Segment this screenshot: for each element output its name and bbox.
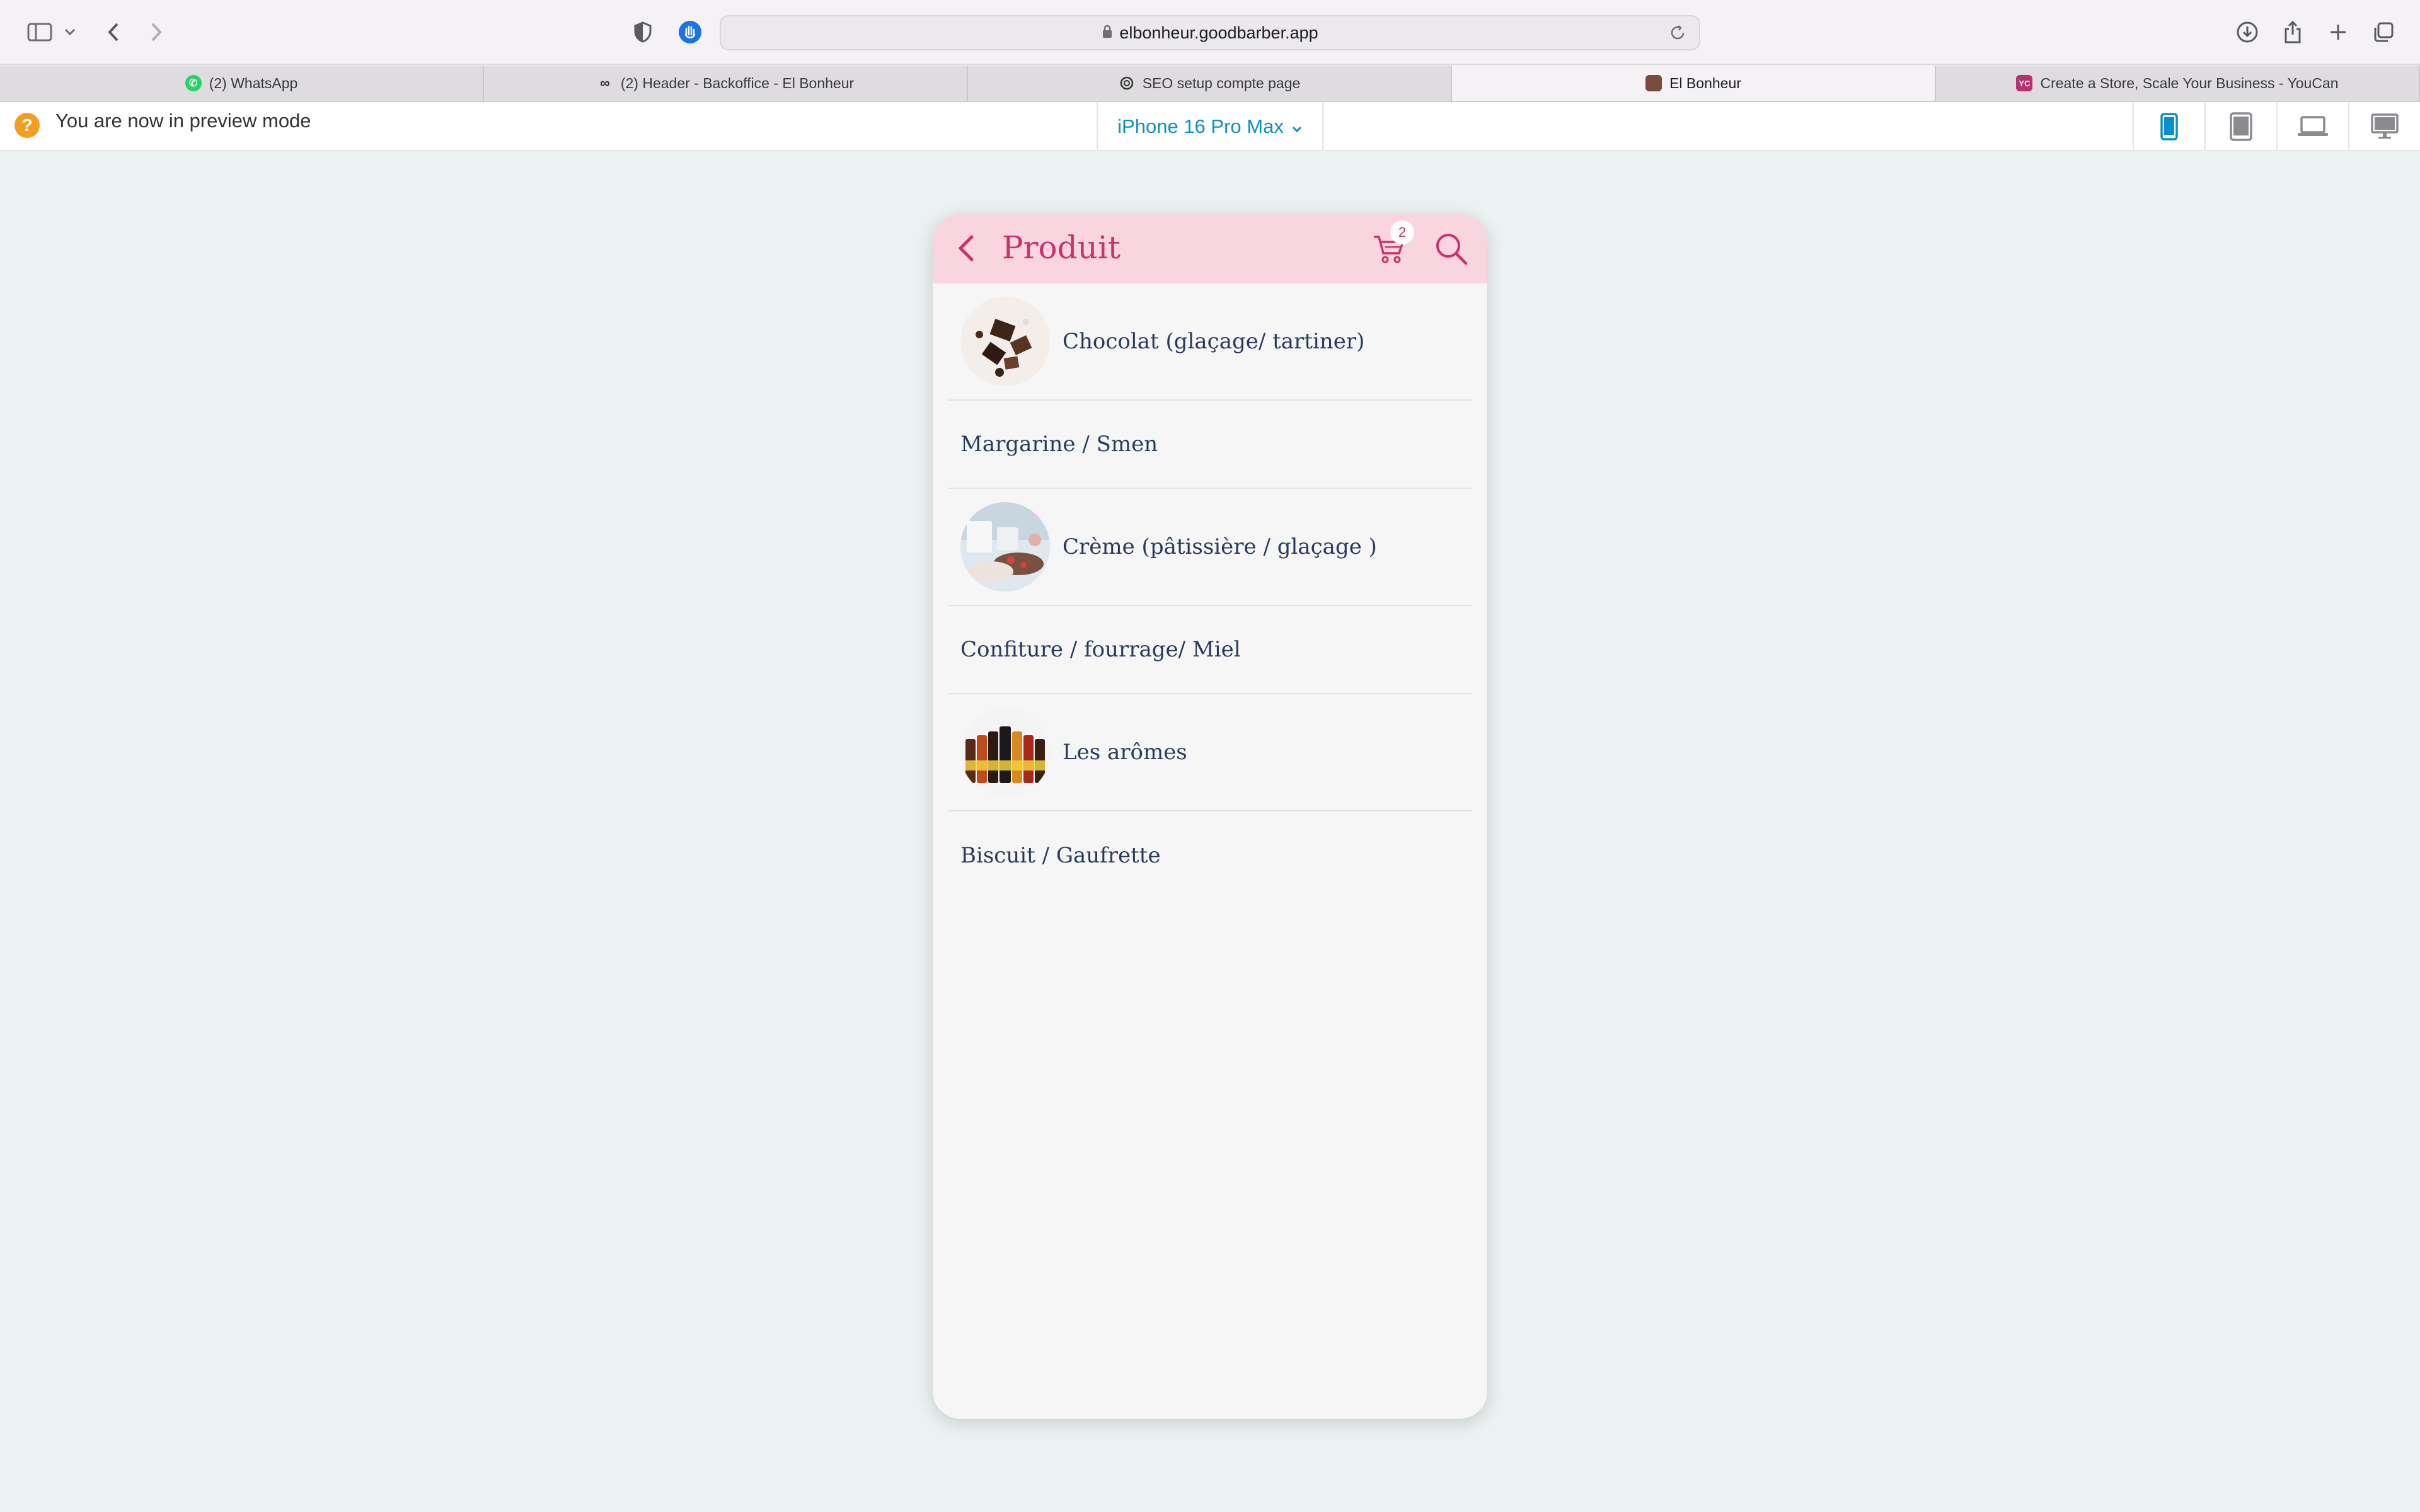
tab-label: (2) Header - Backoffice - El Bonheur <box>620 74 855 91</box>
chocolate-thumbnail <box>960 297 1050 386</box>
tab-label: SEO setup compte page <box>1142 74 1301 91</box>
preview-mode-message: You are now in preview mode <box>55 110 311 132</box>
desktop-icon[interactable] <box>2348 102 2420 151</box>
tab-youcan[interactable]: YC Create a Store, Scale Your Business -… <box>1936 66 2420 101</box>
list-item-biscuit[interactable]: Biscuit / Gaufrette <box>948 811 1472 900</box>
tab-whatsapp[interactable]: ✆ (2) WhatsApp <box>0 66 484 101</box>
list-item-chocolat[interactable]: Chocolat (glaçage/ tartiner) <box>948 284 1472 401</box>
back-icon[interactable] <box>101 16 126 48</box>
youcan-icon: YC <box>2016 75 2033 91</box>
device-switcher <box>2133 102 2420 151</box>
tab-el-bonheur[interactable]: El Bonheur <box>1452 66 1936 101</box>
sidebar-toggle-icon[interactable] <box>24 16 55 48</box>
share-icon[interactable] <box>2279 16 2307 48</box>
list-item-label: Crème (pâtissière / glaçage ) <box>1063 534 1377 559</box>
new-tab-icon[interactable] <box>2324 16 2352 48</box>
cart-count-badge: 2 <box>1390 220 1414 244</box>
tab-overview-icon[interactable] <box>2370 16 2397 48</box>
app-header: Produit 2 <box>933 214 1487 284</box>
back-arrow-icon[interactable] <box>955 233 976 266</box>
list-item-label: Chocolat (glaçage/ tartiner) <box>1063 329 1365 354</box>
reload-icon[interactable] <box>1669 24 1686 45</box>
tab-label: Create a Store, Scale Your Business - Yo… <box>2040 74 2339 91</box>
list-item-label: Margarine / Smen <box>960 432 1158 457</box>
cream-thumbnail <box>960 502 1050 592</box>
device-select[interactable]: iPhone 16 Pro Max <box>1097 102 1323 151</box>
lock-icon <box>1102 24 1113 42</box>
list-item-label: Biscuit / Gaufrette <box>960 843 1161 868</box>
privacy-shield-icon[interactable] <box>629 16 657 48</box>
tab-backoffice[interactable]: ∞ (2) Header - Backoffice - El Bonheur <box>484 66 968 101</box>
tab-label: (2) WhatsApp <box>209 74 298 91</box>
goodbarber-icon: ∞ <box>600 75 610 91</box>
aromas-thumbnail <box>960 707 1050 797</box>
search-icon[interactable] <box>1434 232 1468 269</box>
chatgpt-icon <box>1119 75 1135 91</box>
svg-text:?: ? <box>21 115 32 135</box>
list-item-margarine[interactable]: Margarine / Smen <box>948 401 1472 489</box>
elbonheur-icon <box>1645 75 1662 91</box>
device-select-label: iPhone 16 Pro Max <box>1117 115 1284 137</box>
laptop-icon[interactable] <box>2276 102 2348 151</box>
list-item-aromes[interactable]: Les arômes <box>948 694 1472 811</box>
category-list: Chocolat (glaçage/ tartiner) Margarine /… <box>948 284 1472 900</box>
tab-seo[interactable]: SEO setup compte page <box>968 66 1452 101</box>
phone-icon[interactable] <box>2133 102 2204 151</box>
downloads-icon[interactable] <box>2233 16 2261 48</box>
help-icon[interactable]: ? <box>14 112 40 142</box>
list-item-label: Confiture / fourrage/ Miel <box>960 637 1241 662</box>
browser-toolbar: elbonheur.goodbarber.app <box>0 0 2420 65</box>
address-bar[interactable]: elbonheur.goodbarber.app <box>720 15 1700 50</box>
tablet-icon[interactable] <box>2204 102 2276 151</box>
phone-preview: Produit 2 Chocolat (glaçage/ tartiner) M… <box>933 214 1487 1419</box>
extension-icon[interactable] <box>674 16 706 48</box>
list-item-confiture[interactable]: Confiture / fourrage/ Miel <box>948 606 1472 694</box>
page-title: Produit <box>1002 229 1121 266</box>
chevron-down-icon <box>1291 115 1303 138</box>
tab-bar: ✆ (2) WhatsApp ∞ (2) Header - Backoffice… <box>0 66 2420 102</box>
tab-label: El Bonheur <box>1669 74 1741 91</box>
list-item-creme[interactable]: Crème (pâtissière / glaçage ) <box>948 489 1472 606</box>
forward-icon[interactable] <box>144 16 169 48</box>
whatsapp-icon: ✆ <box>185 75 202 91</box>
chevron-down-icon[interactable] <box>60 16 79 48</box>
list-item-label: Les arômes <box>1063 740 1187 765</box>
url-text: elbonheur.goodbarber.app <box>1119 23 1318 42</box>
